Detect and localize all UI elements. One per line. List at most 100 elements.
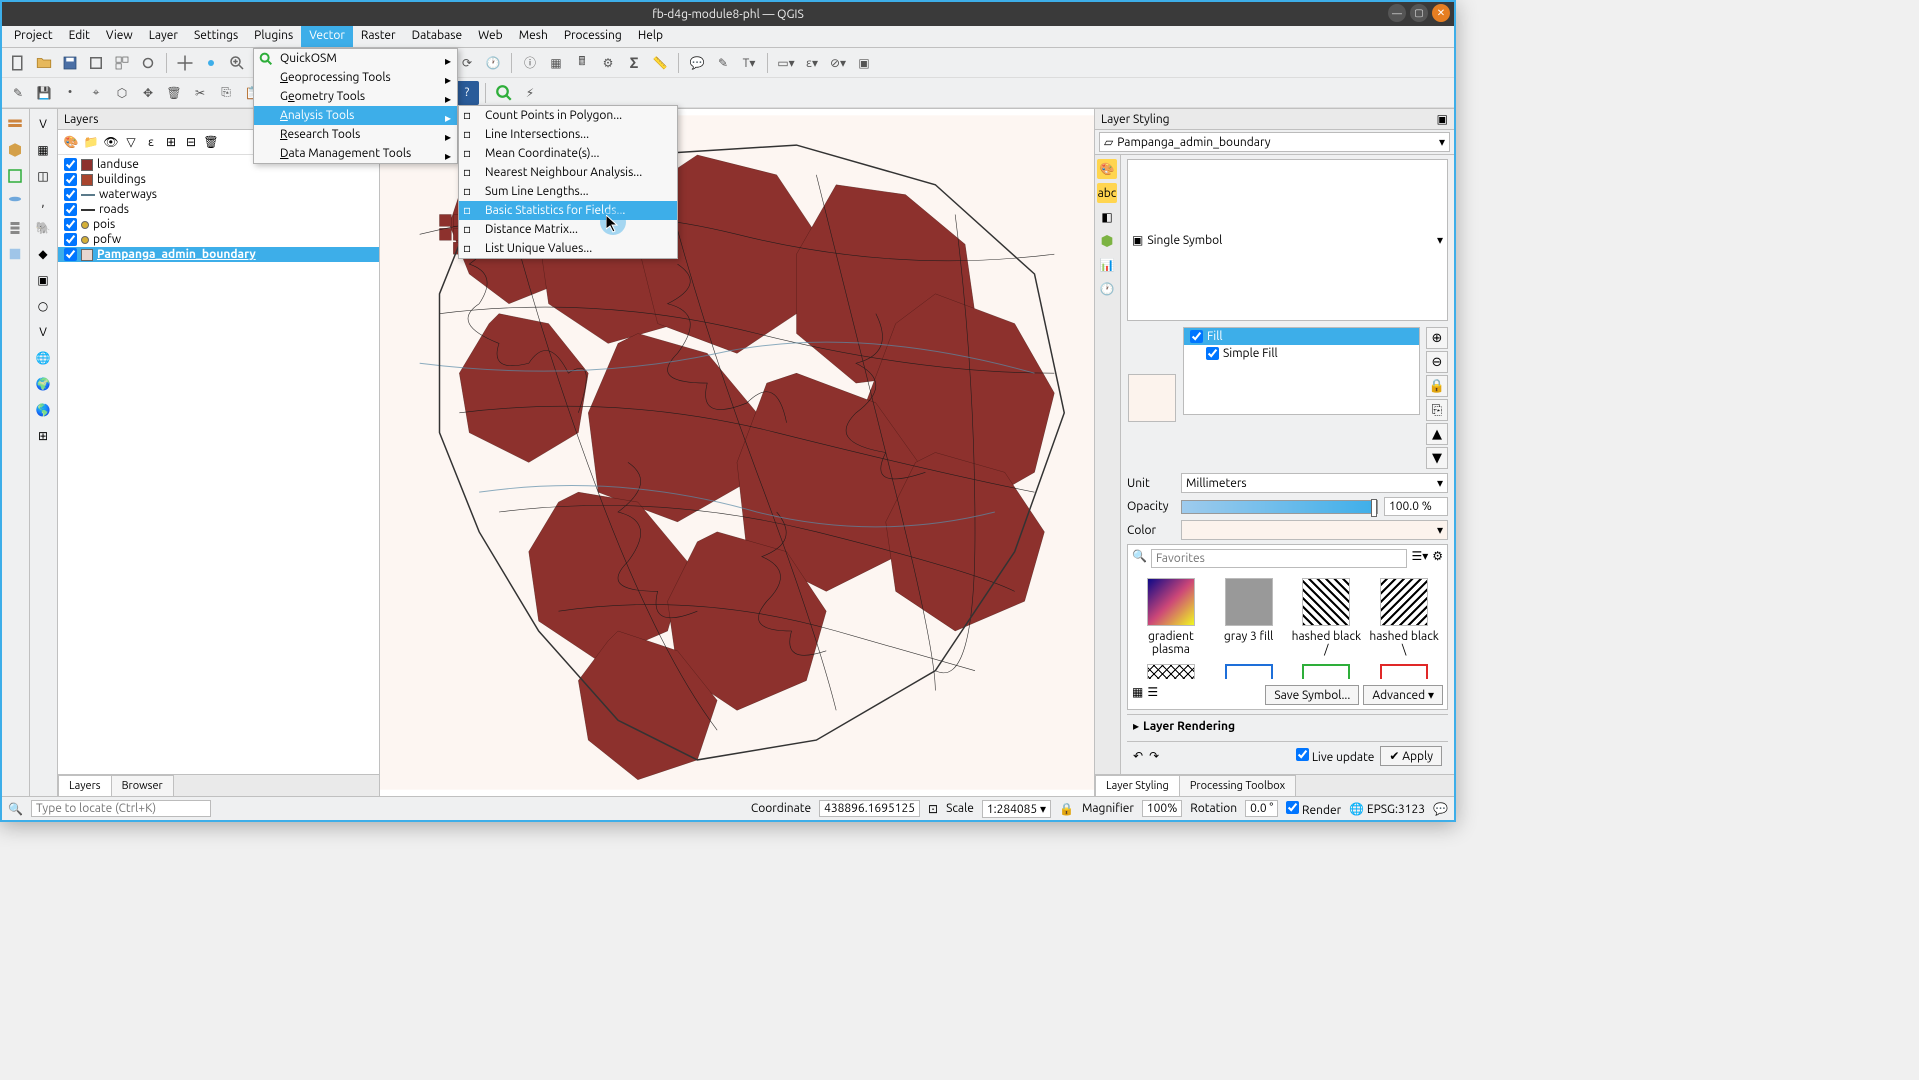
select-all-icon[interactable]: ▣: [852, 51, 876, 75]
menu-web[interactable]: Web: [470, 26, 511, 47]
extents-icon[interactable]: ⊡: [928, 802, 938, 816]
vector-menu-geometry-tools[interactable]: Geometry Tools▸: [254, 87, 457, 106]
analysis-line-intersections[interactable]: ▫Line Intersections...: [459, 125, 677, 144]
analysis-basic-statistics-for-fields[interactable]: ▫Basic Statistics for Fields...: [459, 201, 677, 220]
quickosm-query-icon[interactable]: ⚡: [518, 81, 542, 105]
move-feature-icon[interactable]: ✥: [136, 81, 160, 105]
layer-visibility-checkbox[interactable]: [64, 188, 77, 201]
expand-all-icon[interactable]: ⊞: [162, 133, 180, 151]
menu-mesh[interactable]: Mesh: [511, 26, 556, 47]
favorite-gradient-plasma[interactable]: gradient plasma: [1136, 578, 1206, 656]
add-group-icon[interactable]: 📁: [82, 133, 100, 151]
fill-root-checkbox[interactable]: [1190, 330, 1203, 343]
layer-visibility-checkbox[interactable]: [64, 248, 77, 261]
analysis-distance-matrix[interactable]: ▫Distance Matrix...: [459, 220, 677, 239]
new-memory-layer-icon[interactable]: [4, 243, 26, 265]
attribute-table-icon[interactable]: ▦: [544, 51, 568, 75]
layer-item-roads[interactable]: roads: [58, 202, 379, 217]
new-geopackage-icon[interactable]: [4, 139, 26, 161]
masks-tab-icon[interactable]: ◧: [1097, 207, 1117, 227]
style-manager-icon[interactable]: [136, 51, 160, 75]
symbology-tab-icon[interactable]: 🎨: [1097, 159, 1117, 179]
tab-layer-styling[interactable]: Layer Styling: [1095, 775, 1180, 796]
vector-menu-geoprocessing-tools[interactable]: Geoprocessing Tools▸: [254, 68, 457, 87]
renderer-dropdown[interactable]: ▣ Single Symbol ▾: [1127, 159, 1448, 321]
menu-raster[interactable]: Raster: [353, 26, 404, 47]
tab-browser[interactable]: Browser: [111, 775, 174, 796]
menu-vector[interactable]: Vector: [301, 26, 353, 47]
symbol-layer-tree[interactable]: Fill Simple Fill: [1183, 327, 1420, 415]
pan-to-selection-icon[interactable]: [199, 51, 223, 75]
filter-legend-icon[interactable]: ▽: [122, 133, 140, 151]
add-mssql-icon[interactable]: ▣: [32, 269, 54, 291]
menu-help[interactable]: Help: [630, 26, 671, 47]
text-annotation-icon[interactable]: T▾: [737, 51, 761, 75]
analysis-nearest-neighbour-analysis[interactable]: ▫Nearest Neighbour Analysis...: [459, 163, 677, 182]
add-postgis-icon[interactable]: 🐘: [32, 217, 54, 239]
quickosm-icon[interactable]: [492, 81, 516, 105]
analysis-count-points-in-polygon[interactable]: ▫Count Points in Polygon...: [459, 106, 677, 125]
redo-style-icon[interactable]: ↷: [1149, 749, 1159, 763]
opacity-spinbox[interactable]: 100.0 %: [1384, 497, 1448, 516]
magnifier-field[interactable]: 100%: [1142, 800, 1182, 817]
toolbox-icon[interactable]: ⚙: [596, 51, 620, 75]
identify-icon[interactable]: ⓘ: [518, 51, 542, 75]
save-project-icon[interactable]: [58, 51, 82, 75]
favorite-outline-blue[interactable]: outline blue: [1214, 664, 1284, 679]
analysis-mean-coordinate-s[interactable]: ▫Mean Coordinate(s)...: [459, 144, 677, 163]
add-delimited-text-icon[interactable]: ,: [32, 191, 54, 213]
zoom-in-icon[interactable]: [225, 51, 249, 75]
layer-list[interactable]: landusebuildingswaterwaysroadspoispofwPa…: [58, 155, 379, 774]
layer-visibility-checkbox[interactable]: [64, 233, 77, 246]
analysis-list-unique-values[interactable]: ▫List Unique Values...: [459, 239, 677, 258]
vector-menu-analysis-tools[interactable]: Analysis Tools▸: [254, 106, 457, 125]
add-xyz-icon[interactable]: ⊞: [32, 425, 54, 447]
new-project-icon[interactable]: [6, 51, 30, 75]
history-tab-icon[interactable]: 🕐: [1097, 279, 1117, 299]
tag-filter-icon[interactable]: ☰▾: [1411, 549, 1428, 568]
collapse-all-icon[interactable]: ⊟: [182, 133, 200, 151]
menu-database[interactable]: Database: [404, 26, 471, 47]
cut-features-icon[interactable]: ✂: [188, 81, 212, 105]
vector-menu-quickosm[interactable]: QuickOSM▸: [254, 49, 457, 68]
crs-button[interactable]: 🌐 EPSG:3123: [1349, 802, 1425, 816]
add-symbol-layer-button[interactable]: ⊕: [1426, 327, 1448, 349]
locator-icon[interactable]: 🔍: [8, 802, 23, 816]
new-virtual-layer-icon[interactable]: [4, 217, 26, 239]
menu-view[interactable]: View: [98, 26, 141, 47]
new-spatialite-icon[interactable]: [4, 191, 26, 213]
labels-tab-icon[interactable]: abc: [1097, 183, 1117, 203]
layer-visibility-checkbox[interactable]: [64, 203, 77, 216]
undo-style-icon[interactable]: ↶: [1133, 749, 1143, 763]
remove-layer-icon[interactable]: 🗑: [202, 133, 220, 151]
window-close-button[interactable]: ✕: [1432, 4, 1450, 22]
favorite-hashed-black-\[interactable]: hashed black \: [1369, 578, 1439, 656]
layer-visibility-checkbox[interactable]: [64, 158, 77, 171]
opacity-slider[interactable]: [1181, 500, 1378, 514]
layer-visibility-checkbox[interactable]: [64, 173, 77, 186]
window-maximize-button[interactable]: ▢: [1410, 4, 1428, 22]
layout-manager-icon[interactable]: [110, 51, 134, 75]
add-wcs-icon[interactable]: 🌍: [32, 373, 54, 395]
manage-themes-icon[interactable]: 👁: [102, 133, 120, 151]
favorite-hashed-black-X[interactable]: hashed black X: [1136, 664, 1206, 679]
select-features-icon[interactable]: ▭▾: [774, 51, 798, 75]
edit-toggle-icon[interactable]: ✎: [6, 81, 30, 105]
vector-menu-research-tools[interactable]: Research Tools▸: [254, 125, 457, 144]
add-spatialite-icon[interactable]: ◆: [32, 243, 54, 265]
menu-project[interactable]: Project: [6, 26, 61, 47]
add-wms-icon[interactable]: 🌐: [32, 347, 54, 369]
diagrams-tab-icon[interactable]: 📊: [1097, 255, 1117, 275]
field-calc-icon[interactable]: 🖩: [570, 51, 594, 75]
3d-tab-icon[interactable]: [1097, 231, 1117, 251]
layer-visibility-checkbox[interactable]: [64, 218, 77, 231]
favorite-hashed-black-/[interactable]: hashed black /: [1292, 578, 1362, 656]
duplicate-symbol-button[interactable]: ⎘: [1426, 399, 1448, 421]
layer-item-buildings[interactable]: buildings: [58, 172, 379, 187]
panel-undock-icon[interactable]: ▣: [1437, 112, 1448, 126]
new-print-layout-icon[interactable]: [84, 51, 108, 75]
layer-item-waterways[interactable]: waterways: [58, 187, 379, 202]
add-mesh-layer-icon[interactable]: ◫: [32, 165, 54, 187]
favorite-gray-3-fill[interactable]: gray 3 fill: [1214, 578, 1284, 656]
list-view-button[interactable]: ☰: [1147, 685, 1158, 705]
